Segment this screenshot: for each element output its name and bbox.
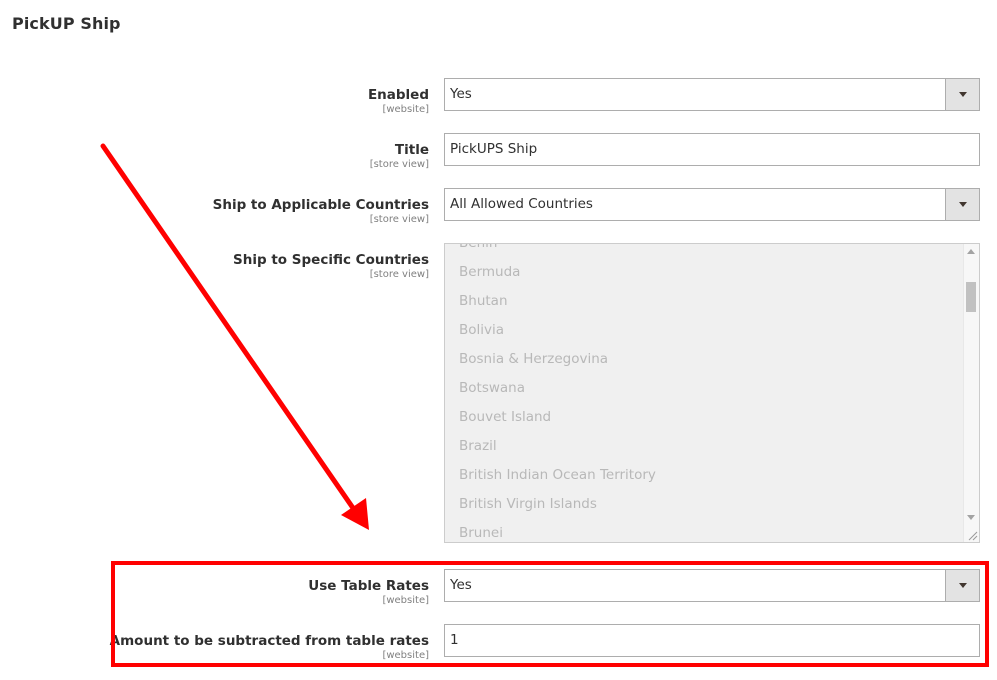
- field-label-applicable-countries: Ship to Applicable Countries: [212, 197, 429, 213]
- enabled-select-arrow[interactable]: [945, 79, 979, 110]
- country-option[interactable]: British Indian Ocean Territory: [445, 461, 964, 490]
- resize-grip-icon[interactable]: [966, 529, 978, 541]
- applicable-countries-select-arrow[interactable]: [945, 189, 979, 220]
- specific-countries-list: Benin Bermuda Bhutan Bolivia Bosnia & He…: [445, 244, 964, 542]
- title-input[interactable]: PickUPS Ship: [444, 133, 980, 166]
- country-option[interactable]: Brazil: [445, 432, 964, 461]
- label-block-specific-countries: Ship to Specific Countries [store view]: [233, 251, 429, 281]
- country-option[interactable]: Bosnia & Herzegovina: [445, 345, 964, 374]
- label-block-applicable-countries: Ship to Applicable Countries [store view…: [213, 196, 429, 226]
- scroll-down-arrow-icon[interactable]: [967, 515, 975, 520]
- country-option[interactable]: British Virgin Islands: [445, 490, 964, 519]
- field-scope-specific-countries: [store view]: [369, 269, 429, 280]
- country-option[interactable]: Bolivia: [445, 316, 964, 345]
- country-option[interactable]: Bermuda: [445, 258, 964, 287]
- country-option[interactable]: Botswana: [445, 374, 964, 403]
- chevron-down-icon: [958, 92, 967, 97]
- applicable-countries-select[interactable]: All Allowed Countries: [444, 188, 980, 221]
- specific-countries-multiselect[interactable]: Benin Bermuda Bhutan Bolivia Bosnia & He…: [444, 243, 980, 543]
- applicable-countries-select-value: All Allowed Countries: [450, 196, 593, 212]
- scroll-thumb[interactable]: [966, 282, 976, 312]
- country-option[interactable]: Brunei: [445, 519, 964, 542]
- scroll-up-arrow-icon[interactable]: [967, 249, 975, 254]
- field-label-specific-countries: Ship to Specific Countries: [233, 252, 429, 268]
- multiselect-scrollbar[interactable]: [963, 244, 979, 542]
- field-label-enabled: Enabled: [367, 87, 429, 103]
- annotation-highlight-box: [111, 561, 989, 667]
- title-input-value: PickUPS Ship: [450, 141, 538, 157]
- chevron-down-icon: [958, 202, 967, 207]
- country-option[interactable]: Bhutan: [445, 287, 964, 316]
- country-option[interactable]: Bouvet Island: [445, 403, 964, 432]
- field-label-title: Title: [394, 142, 429, 158]
- label-block-title: Title [store view]: [370, 141, 429, 171]
- enabled-select[interactable]: Yes: [444, 78, 980, 111]
- label-block-enabled: Enabled [website]: [368, 86, 429, 116]
- section-title: PickUP Ship: [12, 14, 121, 33]
- country-option[interactable]: Benin: [445, 244, 964, 258]
- enabled-select-value: Yes: [450, 86, 472, 102]
- field-scope-enabled: [website]: [382, 104, 429, 115]
- field-scope-applicable-countries: [store view]: [369, 214, 429, 225]
- field-scope-title: [store view]: [369, 159, 429, 170]
